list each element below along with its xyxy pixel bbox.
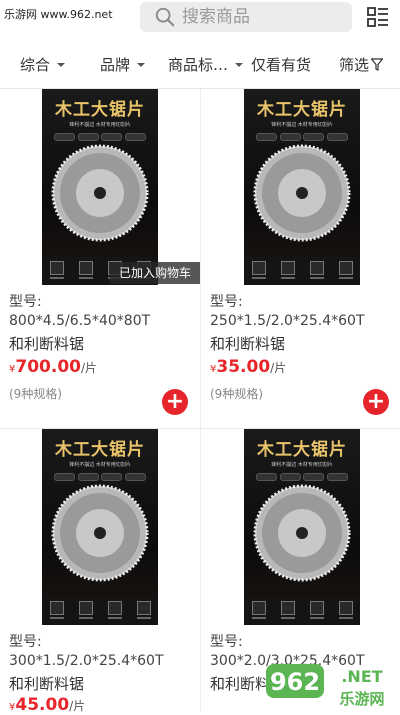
model-label: 型号: (9, 634, 42, 650)
product-name: 和利断料锯 (210, 335, 286, 353)
svg-text:.NET: .NET (341, 667, 382, 686)
svg-text:962: 962 (270, 668, 320, 696)
search-box[interactable] (140, 2, 352, 32)
product-image[interactable]: 木工大锯片 锋利不崩边 木材专用切割片 (42, 429, 158, 625)
add-to-cart-button[interactable]: + (162, 389, 188, 415)
list-view-icon[interactable] (366, 5, 390, 29)
image-title: 木工大锯片 (55, 440, 145, 460)
product-price: ¥35.00/片 (210, 357, 287, 377)
saw-blade-icon (253, 484, 351, 582)
filter-comprehensive[interactable]: 综合 (20, 54, 66, 75)
watermark-text: 乐游网 www.962.net (4, 8, 113, 21)
filter-product-tag[interactable]: 商品标… (168, 54, 244, 75)
product-price: ¥700.00/片 (9, 357, 98, 377)
model-label: 型号: (210, 294, 243, 310)
filter-in-stock[interactable]: 仅看有货 (251, 54, 311, 75)
product-image[interactable]: 木工大锯片 锋利不崩边 木材专用切割片 (244, 89, 360, 285)
caret-down-icon (57, 62, 66, 67)
product-name: 和利断料锯 (9, 335, 85, 353)
svg-text:乐游网: 乐游网 (339, 690, 384, 708)
product-spec: 800*4.5/6.5*40*80T (9, 313, 151, 329)
saw-blade-icon (51, 484, 149, 582)
product-card[interactable]: 木工大锯片 锋利不崩边 木材专用切割片 已加入购物车 型号: 800*4.5/6… (0, 89, 200, 428)
image-subtitle: 锋利不崩边 木材专用切割片 (271, 462, 333, 468)
product-spec: 300*1.5/2.0*25.4*60T (9, 653, 164, 669)
model-label: 型号: (210, 634, 243, 650)
search-icon (155, 7, 175, 27)
image-subtitle: 锋利不崩边 木材专用切割片 (69, 122, 131, 128)
product-card[interactable]: 木工大锯片 锋利不崩边 木材专用切割片 型号: 300*1.5/2.0*25.4… (0, 429, 200, 715)
search-input[interactable] (180, 6, 334, 28)
added-to-cart-toast: 已加入购物车 (110, 262, 200, 284)
variant-count: (9种规格) (210, 387, 263, 401)
product-spec: 250*1.5/2.0*25.4*60T (210, 313, 365, 329)
filter-label: 商品标… (168, 56, 229, 74)
filter-label: 仅看有货 (251, 56, 312, 74)
variant-count: (9种规格) (9, 387, 62, 401)
filter-brand[interactable]: 品牌 (100, 54, 146, 75)
product-card[interactable]: 木工大锯片 锋利不崩边 木材专用切割片 型号: 250*1.5/2.0*25.4… (201, 89, 400, 428)
plus-icon: + (165, 389, 185, 414)
saw-blade-icon (253, 144, 351, 242)
image-title: 木工大锯片 (257, 100, 347, 120)
filter-label: 品牌 (100, 56, 131, 74)
image-subtitle: 锋利不崩边 木材专用切割片 (69, 462, 131, 468)
caret-down-icon (235, 62, 244, 67)
filter-bar: 综合 品牌 商品标… 仅看有货 筛选 (0, 44, 400, 84)
plus-icon: + (366, 389, 386, 414)
filter-label: 综合 (20, 56, 51, 74)
filter-screen[interactable]: 筛选 (339, 54, 384, 75)
saw-blade-icon (51, 144, 149, 242)
top-bar: 乐游网 www.962.net (0, 0, 400, 40)
product-image[interactable]: 木工大锯片 锋利不崩边 木材专用切割片 (42, 89, 158, 285)
product-image[interactable]: 木工大锯片 锋利不崩边 木材专用切割片 (244, 429, 360, 625)
image-title: 木工大锯片 (257, 440, 347, 460)
funnel-icon (371, 58, 384, 71)
filter-label: 筛选 (339, 56, 370, 74)
image-title: 木工大锯片 (55, 100, 145, 120)
product-price: ¥45.00/片 (9, 695, 86, 715)
add-to-cart-button[interactable]: + (363, 389, 389, 415)
product-name: 和利断料锯 (9, 675, 85, 693)
image-subtitle: 锋利不崩边 木材专用切割片 (271, 122, 333, 128)
site-logo: 962 .NET 乐游网 (266, 664, 385, 708)
model-label: 型号: (9, 294, 42, 310)
caret-down-icon (137, 62, 146, 67)
